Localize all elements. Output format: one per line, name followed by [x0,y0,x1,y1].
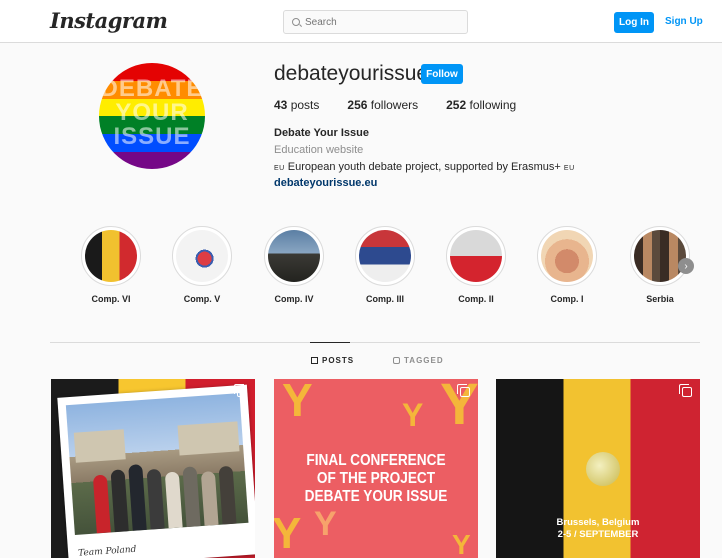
search-icon [292,18,300,26]
highlight-label: Comp. VI [91,294,131,304]
football-image [586,452,620,486]
person-shape [164,471,183,529]
top-navigation-bar: Instagram Log In Sign Up [0,0,722,43]
followers-count: 256 [347,98,368,112]
active-tab-indicator [310,342,350,343]
person-shape [92,474,111,534]
highlight-ring [630,226,690,286]
decorative-letter-y: Y [282,379,313,426]
profile-full-name: Debate Your Issue [274,127,369,139]
profile-category: Education website [274,144,364,156]
highlight-label: Comp. III [366,294,404,304]
instagram-logo[interactable]: Instagram [50,8,168,33]
decorative-letter-y: Y [274,509,302,558]
search-input[interactable] [305,16,455,28]
post-thumbnail[interactable]: Y Y Y Y Y Y FINAL CONFERENCE OF THE PROJ… [274,379,478,558]
following-count: 252 [446,98,467,112]
highlight-comp-v[interactable]: Comp. V [156,226,248,304]
profile-username: debateyourissue [274,62,429,85]
highlight-ring [81,226,141,286]
carousel-icon [457,384,470,397]
highlight-cover-image [634,230,686,282]
followers-label: followers [370,98,419,112]
profile-avatar[interactable]: DEBATE YOUR ISSUE [99,63,205,169]
person-shape [182,466,201,528]
person-shape [110,469,129,533]
post-event-line: 2-5 / SEPTEMBER [557,529,639,540]
post-thumbnail[interactable]: Brussels, Belgium 2-5 / SEPTEMBER [496,379,700,558]
grid-icon [311,357,318,364]
following-label: following [469,98,517,112]
highlight-cover-image [268,230,320,282]
following-stat[interactable]: 252 following [446,98,516,112]
avatar-word-1: DEBATE [100,75,204,102]
login-button[interactable]: Log In [614,12,654,33]
tag-icon [393,357,400,364]
highlight-ring [537,226,597,286]
post-thumbnail[interactable]: Team Poland [51,379,255,558]
posts-label: posts [290,98,320,112]
highlight-cover-image [85,230,137,282]
person-shape [218,465,237,525]
carousel-icon [679,384,692,397]
posts-count: 43 [274,98,288,112]
post-event-text: Brussels, Belgium 2-5 / SEPTEMBER [496,517,700,541]
group-photo-image [65,393,249,535]
tabs-divider [50,342,700,343]
tab-posts[interactable]: POSTS [311,356,354,365]
profile-stats: 43 posts 256 followers 252 following [274,98,544,112]
highlight-ring [172,226,232,286]
signup-link[interactable]: Sign Up [665,16,703,27]
eu-flag-emoji: EU [274,165,285,172]
follow-button[interactable]: Follow [421,64,463,84]
highlight-label: Comp. V [183,294,221,304]
tab-tagged-label: TAGGED [404,356,444,365]
posts-stat: 43 posts [274,98,319,112]
highlight-label: Serbia [646,294,674,304]
post-title-line: OF THE PROJECT [316,470,436,487]
highlight-ring [355,226,415,286]
decorative-letter-y: Y [452,529,471,558]
highlight-cover-image [450,230,502,282]
profile-bio: EU European youth debate project, suppor… [274,161,575,173]
highlight-label: Comp. I [550,294,584,304]
carousel-icon [234,384,247,397]
tab-tagged[interactable]: TAGGED [393,356,444,365]
polaroid-photo: Team Poland [57,384,255,558]
highlight-cover-image [541,230,593,282]
decorative-letter-y: Y [314,505,337,543]
eu-flag-emoji: EU [563,165,575,172]
building-shape [73,429,126,463]
highlight-cover-image [176,230,228,282]
highlight-cover-image [359,230,411,282]
avatar-word-2: YOUR [115,99,189,126]
followers-stat[interactable]: 256 followers [347,98,418,112]
chevron-right-icon[interactable]: › [678,258,694,274]
highlight-comp-vi[interactable]: Comp. VI [65,226,157,304]
building-shape [177,421,240,456]
highlight-label: Comp. II [458,294,494,304]
person-shape [128,464,147,531]
avatar-logo-text: DEBATE YOUR ISSUE [99,77,205,149]
bio-text: European youth debate project, supported… [287,161,561,173]
post-title-text: FINAL CONFERENCE OF THE PROJECT DEBATE Y… [286,452,466,506]
highlight-ring [264,226,324,286]
highlight-label: Comp. IV [274,294,314,304]
search-box[interactable] [283,10,468,34]
highlight-ring [446,226,506,286]
avatar-word-3: ISSUE [113,123,191,150]
profile-website-link[interactable]: debateyourissue.eu [274,177,377,189]
highlight-comp-iv[interactable]: Comp. IV [248,226,340,304]
polaroid-caption: Team Poland [77,544,137,558]
person-shape [200,471,219,526]
tab-posts-label: POSTS [322,356,355,365]
highlight-comp-ii[interactable]: Comp. II [430,226,522,304]
post-title-line: DEBATE YOUR ISSUE [304,488,448,505]
decorative-letter-y: Y [402,397,424,433]
person-shape [146,468,165,530]
post-title-line: FINAL CONFERENCE [306,452,446,469]
highlight-comp-i[interactable]: Comp. I [521,226,613,304]
highlight-comp-iii[interactable]: Comp. III [339,226,431,304]
post-event-line: Brussels, Belgium [556,517,640,528]
